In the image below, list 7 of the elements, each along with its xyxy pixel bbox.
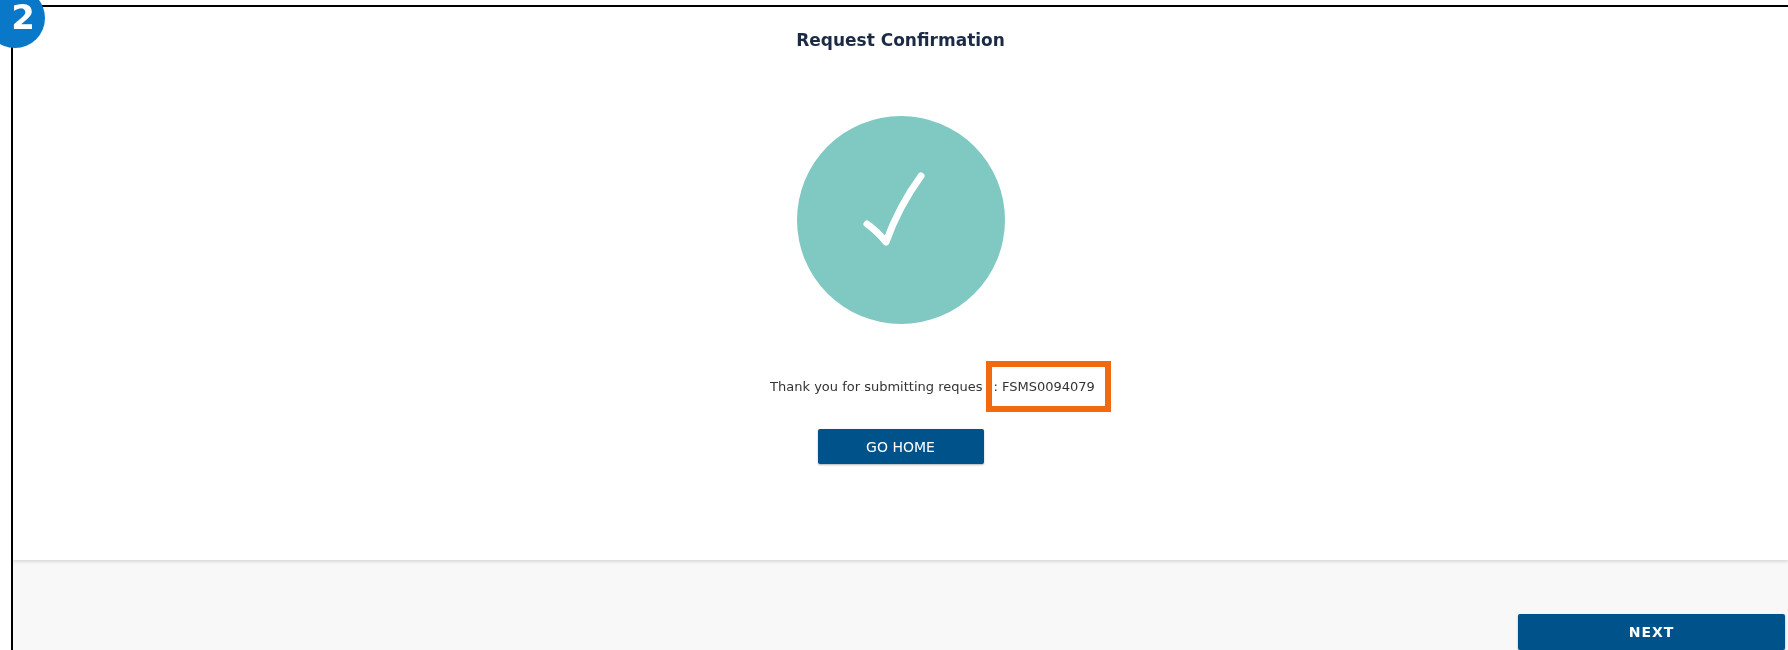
next-button[interactable]: NEXT xyxy=(1518,614,1785,650)
checkmark-icon xyxy=(796,116,1005,324)
page-title: Request Confirmation xyxy=(796,30,1005,50)
go-home-button[interactable]: GO HOME xyxy=(817,429,984,464)
step-badge: 2 xyxy=(0,0,45,48)
request-number: : FSMS0094079 xyxy=(986,361,1111,412)
confirmation-message: Thank you for submitting reques xyxy=(770,379,984,394)
